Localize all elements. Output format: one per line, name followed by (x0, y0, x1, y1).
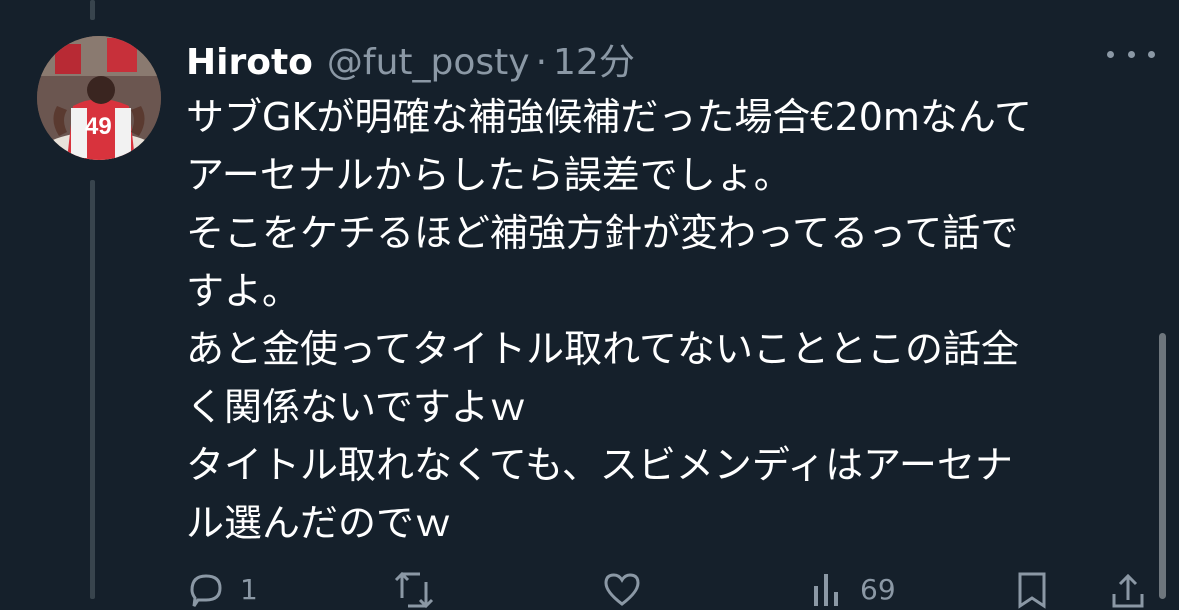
more-icon[interactable] (1107, 44, 1155, 64)
avatar[interactable]: 49 (37, 36, 161, 160)
scrollbar[interactable] (1159, 333, 1166, 599)
tweet-text-line: ル選んだのでｗ (186, 501, 453, 545)
tweet-text-line: アーセナルからしたら誤差でしょ。 (186, 153, 792, 197)
share-icon (1112, 573, 1144, 608)
retweet-button[interactable] (392, 570, 450, 610)
thread-line-top (90, 0, 95, 20)
reply-button[interactable]: 1 (186, 570, 258, 610)
bookmark-icon (1018, 572, 1046, 609)
svg-text:49: 49 (85, 113, 112, 140)
views-button[interactable]: 69 (806, 570, 896, 610)
like-button[interactable] (602, 570, 656, 610)
tweet-text-line: そこをケチるほど補強方針が変わってるって話で (186, 211, 1019, 255)
reply-icon (190, 574, 222, 607)
display-name[interactable]: Hiroto (186, 42, 313, 83)
timestamp[interactable]: 12分 (553, 33, 635, 85)
tweet-header: Hiroto @fut_posty · 12分 (186, 33, 635, 83)
tweet-text-line: サブGKが明確な補強候補だった場合€20mなんて (186, 95, 1033, 139)
bookmark-button[interactable] (1012, 570, 1052, 610)
user-handle[interactable]: @fut_posty (327, 42, 530, 83)
heart-icon (604, 573, 640, 606)
share-button[interactable] (1108, 570, 1148, 610)
thread-line-bottom (90, 180, 95, 599)
tweet-text-line: あと金使ってタイトル取れてないこととこの話全 (186, 327, 1019, 371)
views-icon (814, 574, 838, 606)
separator: · (535, 42, 548, 83)
tweet-text-line: タイトル取れなくても、スビメンディはアーセナ (186, 443, 1013, 487)
tweet-text: サブGKが明確な補強候補だった場合€20mなんて アーセナルからしたら誤差でしょ… (186, 88, 1146, 552)
retweet-icon (394, 571, 434, 609)
tweet-text-line: く関係ないですよｗ (186, 385, 527, 429)
tweet-text-line: すよ。 (186, 269, 301, 313)
views-count: 69 (860, 573, 896, 606)
reply-count: 1 (240, 573, 258, 606)
tweet-actions: 1 69 (186, 570, 1146, 610)
